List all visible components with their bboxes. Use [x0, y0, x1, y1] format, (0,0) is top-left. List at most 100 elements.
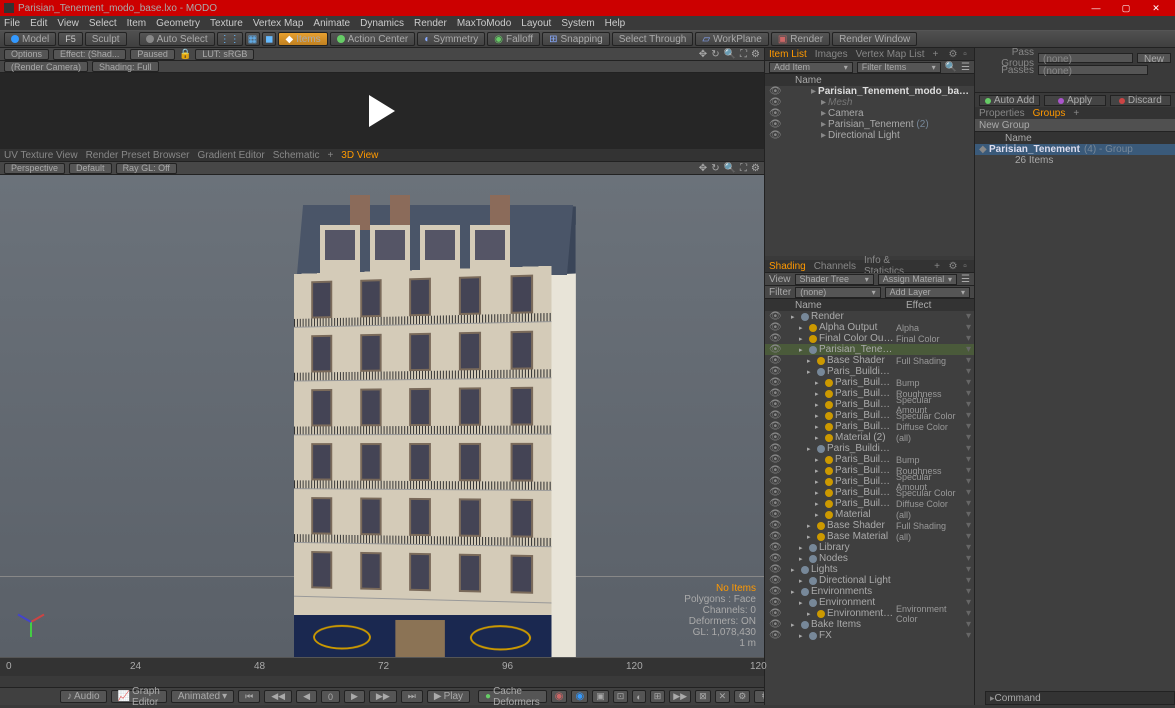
tool-10[interactable]: ⚙ — [734, 690, 750, 703]
axis-gizmo[interactable] — [15, 607, 45, 637]
next-frame-button[interactable]: ▶ — [344, 690, 365, 703]
vp-rotate-icon[interactable]: ↻ — [711, 163, 719, 174]
filter-icon[interactable]: ☰ — [961, 62, 970, 73]
shader-row[interactable]: 👁▸Paris_Building_1_mat_...Bump▾ — [765, 377, 974, 388]
filter-dropdown[interactable]: (none) — [795, 287, 880, 298]
zoom-icon[interactable]: 🔍 — [724, 49, 736, 60]
shader-row[interactable]: 👁▸Nodes▾ — [765, 553, 974, 564]
tool-9[interactable]: ✕ — [715, 690, 731, 703]
apply-button[interactable]: Apply — [1044, 95, 1105, 106]
menu-item[interactable]: Item — [127, 18, 146, 29]
tool-5[interactable]: ◐ — [632, 690, 645, 703]
close-button[interactable]: ✕ — [1141, 3, 1171, 14]
new-pass-group-button[interactable]: New — [1137, 53, 1171, 63]
cache-deformers-button[interactable]: ●Cache Deformers — [478, 690, 547, 703]
shader-tree-dropdown[interactable]: Shader Tree — [795, 274, 874, 285]
paused-button[interactable]: Paused — [130, 49, 175, 60]
new-group-button[interactable]: New Group — [979, 120, 1030, 131]
view-tab-0[interactable]: 3D View — [341, 150, 378, 161]
shader-row[interactable]: 👁▸Paris_Building_1_Spec...Specular Color… — [765, 410, 974, 421]
perspective-dropdown[interactable]: Perspective — [4, 163, 65, 174]
command-input[interactable]: ▸ Command — [985, 691, 1175, 705]
shader-row[interactable]: 👁▸Environment MaterialEnvironment Color▾ — [765, 608, 974, 619]
itemlist-tab-1[interactable]: Images — [815, 49, 848, 60]
effect-dropdown[interactable]: Effect: (Shad... — [53, 49, 126, 60]
workplane-button[interactable]: ▱WorkPlane — [695, 32, 768, 46]
raygl-dropdown[interactable]: Ray GL: Off — [116, 163, 177, 174]
render-preview[interactable] — [0, 73, 764, 149]
building-model[interactable] — [290, 205, 590, 657]
last-frame-button[interactable]: ⏭ — [401, 690, 423, 703]
fit-icon[interactable]: ⛶ — [740, 49, 747, 60]
falloff-button[interactable]: ◉Falloff — [487, 32, 540, 46]
itemlist-tab-0[interactable]: Item List — [769, 49, 807, 60]
gear-icon[interactable]: ⚙ — [751, 49, 760, 60]
shader-row[interactable]: 👁▸Paris_Building_1_Diffu...Diffuse Color… — [765, 421, 974, 432]
audio-button[interactable]: ♪Audio — [60, 690, 107, 703]
shader-row[interactable]: 👁▸Final Color OutputFinal Color▾ — [765, 333, 974, 344]
vp-gear-icon[interactable]: ⚙ — [751, 163, 760, 174]
items-button[interactable]: ◆Items — [278, 32, 327, 46]
vp-pan-icon[interactable]: ✥ — [699, 163, 707, 174]
passes-dropdown[interactable]: (none) — [1038, 65, 1148, 75]
shader-row[interactable]: 👁▸Paris_Building_2_Spec...Specular Color… — [765, 487, 974, 498]
shading-max-icon[interactable]: ▫ — [960, 261, 970, 271]
menu-geometry[interactable]: Geometry — [156, 18, 200, 29]
search-icon[interactable]: 🔍 — [945, 62, 957, 73]
next-key-button[interactable]: ▶▶ — [369, 690, 397, 703]
item-row[interactable]: 👁▸Mesh — [765, 97, 974, 108]
menu-file[interactable]: File — [4, 18, 20, 29]
auto-add-button[interactable]: Auto Add — [979, 95, 1040, 106]
3d-viewport[interactable]: No Items Polygons : Face Channels: 0 Def… — [0, 175, 764, 657]
pan-icon[interactable]: ✥ — [699, 49, 707, 60]
shader-row[interactable]: 👁▸Environments▾ — [765, 586, 974, 597]
discard-button[interactable]: Discard — [1110, 95, 1171, 106]
tool-6[interactable]: ⊞ — [650, 690, 666, 703]
minimize-button[interactable]: — — [1081, 3, 1111, 13]
shader-row[interactable]: 👁▸Base Material(all)▾ — [765, 531, 974, 542]
timeline[interactable]: 024487296120120 — [0, 657, 764, 687]
menu-system[interactable]: System — [561, 18, 594, 29]
item-row[interactable]: 👁▸Parisian_Tenement_modo_base.lxo — [765, 86, 974, 97]
prev-frame-button[interactable]: ◀ — [296, 690, 317, 703]
shading-menu-icon[interactable]: ☰ — [961, 274, 970, 285]
shader-row[interactable]: 👁▸FX▾ — [765, 630, 974, 641]
render-camera-dropdown[interactable]: (Render Camera) — [4, 61, 88, 72]
menu-edit[interactable]: Edit — [30, 18, 47, 29]
lock-icon[interactable]: 🔒 — [179, 49, 191, 60]
itemlist-tab-3[interactable]: + — [933, 49, 939, 60]
shader-row[interactable]: 👁▸Paris_Building_2_mat_...Bump▾ — [765, 454, 974, 465]
default-dropdown[interactable]: Default — [69, 163, 112, 174]
shader-row[interactable]: 👁▸Parisian_Tenement (2) (Item)▾ — [765, 344, 974, 355]
lut-dropdown[interactable]: LUT: sRGB — [195, 49, 254, 60]
view-tab-4[interactable]: Schematic — [273, 150, 320, 161]
shader-row[interactable]: 👁▸Base ShaderFull Shading▾ — [765, 355, 974, 366]
render-window-button[interactable]: Render Window — [832, 32, 917, 46]
render-button[interactable]: ▣Render — [771, 32, 830, 46]
tool-3[interactable]: ▣ — [592, 690, 609, 703]
item-row[interactable]: 👁▸Directional Light — [765, 130, 974, 141]
shading-tab-1[interactable]: Channels — [814, 261, 856, 272]
symmetry-button[interactable]: ◐Symmetry — [417, 32, 485, 46]
view-tab-2[interactable]: Render Preset Browser — [86, 150, 190, 161]
shader-row[interactable]: 👁▸Paris_Building_2_mat (...▾ — [765, 443, 974, 454]
shading-gear-icon[interactable]: ⚙ — [948, 261, 958, 271]
vp-zoom-icon[interactable]: 🔍 — [724, 163, 736, 174]
menu-help[interactable]: Help — [605, 18, 626, 29]
menu-select[interactable]: Select — [89, 18, 117, 29]
item-row[interactable]: 👁▸Camera — [765, 108, 974, 119]
shader-row[interactable]: 👁▸Lights▾ — [765, 564, 974, 575]
groups-tab[interactable]: Groups — [1033, 108, 1066, 119]
view-tab-1[interactable]: UV Texture View — [4, 150, 78, 161]
tool-1[interactable]: ◉ — [551, 690, 568, 703]
shader-row[interactable]: 👁▸Render▾ — [765, 311, 974, 322]
shader-row[interactable]: 👁▸Material(all)▾ — [765, 509, 974, 520]
shader-row[interactable]: 👁▸Alpha OutputAlpha▾ — [765, 322, 974, 333]
polys-icon[interactable]: ◼ — [262, 32, 276, 46]
view-tab-5[interactable]: + — [327, 150, 333, 161]
sculpt-button[interactable]: Sculpt — [85, 32, 127, 46]
frame-field[interactable]: 0 — [321, 690, 340, 703]
f5-button[interactable]: F5 — [58, 32, 83, 46]
prev-key-button[interactable]: ◀◀ — [264, 690, 292, 703]
options-button[interactable]: Options — [4, 49, 49, 60]
